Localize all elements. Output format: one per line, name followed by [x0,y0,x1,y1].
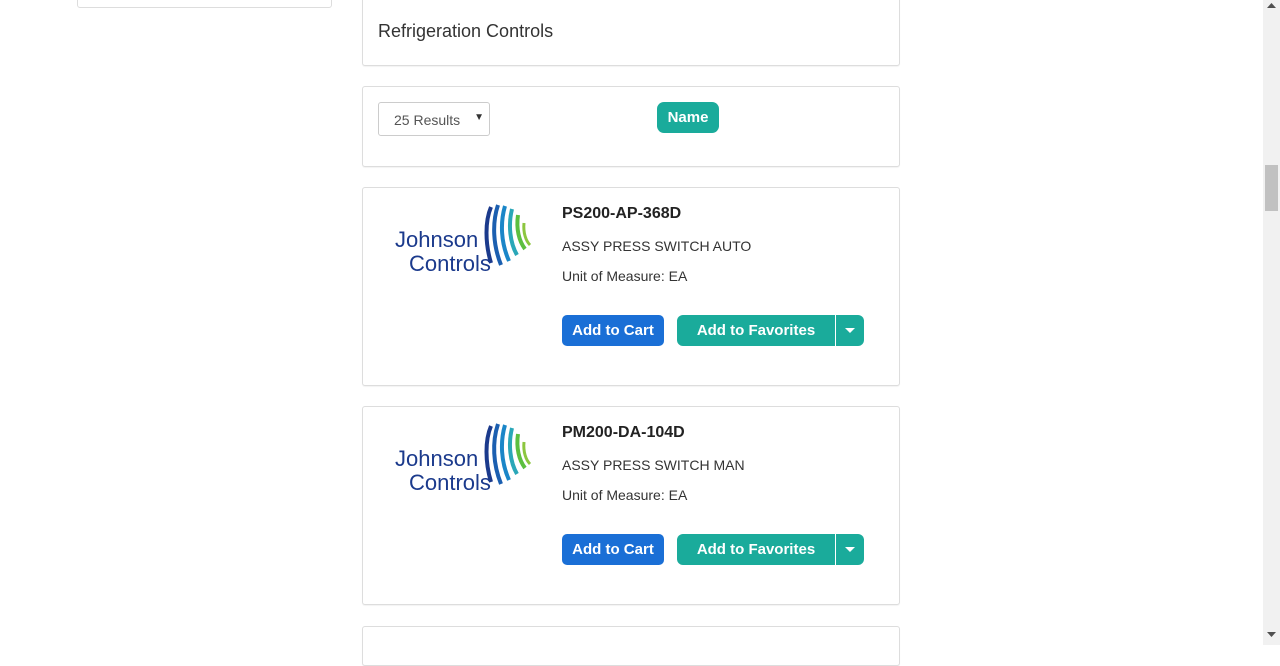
product-description: ASSY PRESS SWITCH MAN [562,457,745,473]
favorites-dropdown-toggle[interactable] [836,315,864,346]
logo-text-line2: Controls [409,470,491,494]
product-name[interactable]: PS200-AP-368D [562,205,681,223]
product-card: Johnson Controls PM200-DA-104D ASSY PRES… [362,406,900,605]
caret-down-icon [845,546,855,552]
product-name[interactable]: PM200-DA-104D [562,424,685,442]
category-title: Refrigeration Controls [378,21,554,41]
product-unit-of-measure: Unit of Measure: EA [562,268,688,284]
product-description: ASSY PRESS SWITCH AUTO [562,238,752,254]
sort-by-name-button[interactable]: Name [657,102,719,133]
product-card: Johnson Controls PS200-AP-368D ASSY PRES… [362,187,900,386]
add-to-cart-button[interactable]: Add to Cart [562,315,664,346]
add-to-cart-button[interactable]: Add to Cart [562,534,664,565]
results-per-page-value: 25 Results [394,112,461,128]
sort-toolbar: 25 Results ▼ Name [362,86,900,167]
logo-text-line1: Johnson [395,446,478,471]
add-to-favorites-button[interactable]: Add to Favorites [677,315,835,346]
category-header-panel: Refrigeration Controls [362,0,900,66]
johnson-controls-logo: Johnson Controls [395,423,532,494]
scroll-down-arrow-icon[interactable] [1267,632,1276,638]
favorites-dropdown-toggle[interactable] [836,534,864,565]
product-unit-of-measure: Unit of Measure: EA [562,487,688,503]
scroll-up-arrow-icon[interactable] [1267,3,1276,9]
add-to-favorites-button[interactable]: Add to Favorites [677,534,835,565]
johnson-controls-logo: Johnson Controls [395,204,532,275]
select-caret-icon: ▼ [474,112,484,123]
scrollbar-thumb[interactable] [1265,165,1278,211]
results-per-page-select[interactable]: 25 Results ▼ [378,102,490,136]
product-card [362,626,900,666]
caret-down-icon [845,327,855,333]
logo-text-line1: Johnson [395,227,478,252]
sidebar-panel [77,0,332,8]
vertical-scrollbar[interactable] [1263,0,1280,645]
logo-text-line2: Controls [409,251,491,275]
